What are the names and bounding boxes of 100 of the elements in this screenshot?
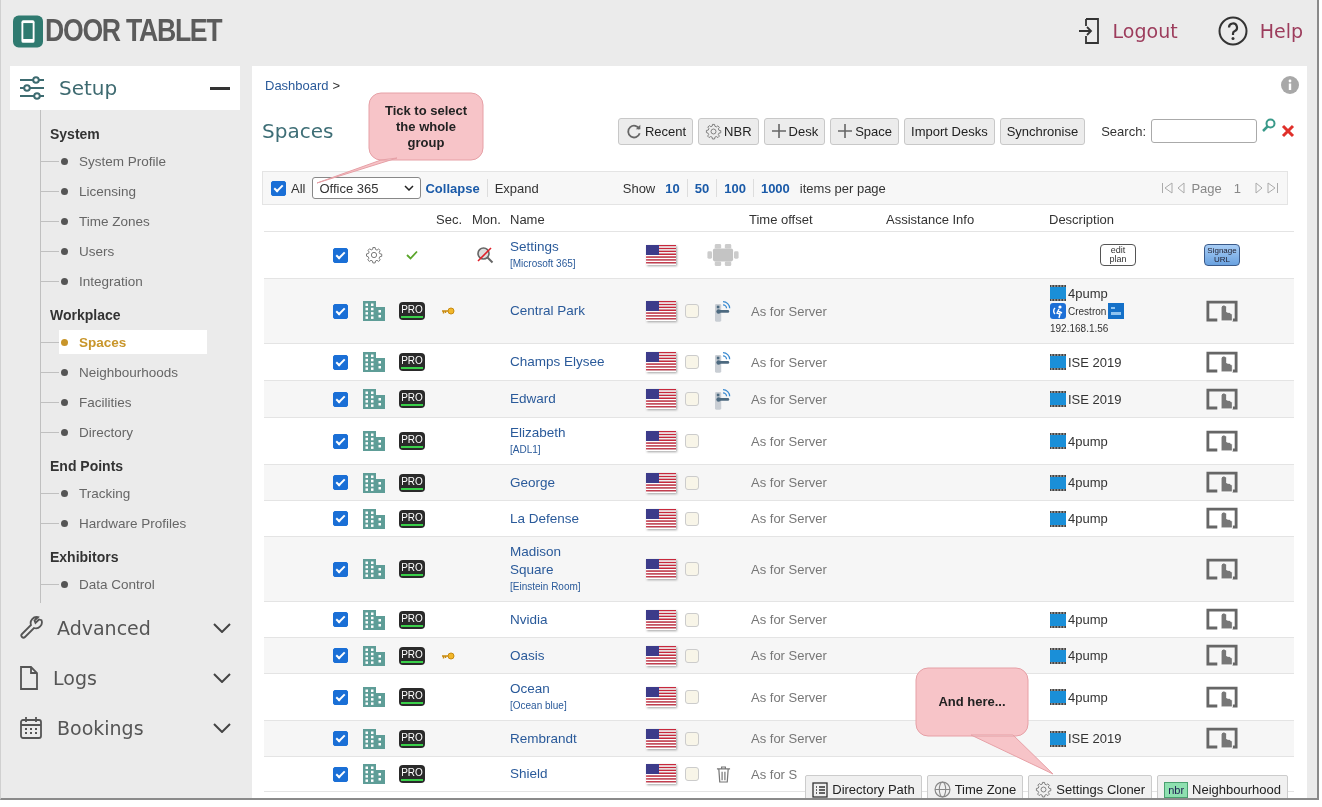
search-icon[interactable] bbox=[1262, 118, 1276, 132]
checkbox[interactable] bbox=[332, 561, 348, 577]
description-text: 4pump bbox=[1068, 648, 1108, 663]
table-icon bbox=[707, 244, 739, 266]
space-name-link[interactable]: Rembrandt bbox=[510, 729, 605, 748]
space-name-link[interactable]: Shield bbox=[510, 765, 605, 783]
file-icon bbox=[19, 666, 39, 690]
space-name-link[interactable]: Edward bbox=[510, 390, 605, 408]
page-size-link[interactable]: 1000 bbox=[760, 180, 790, 196]
page-size-link[interactable]: 10 bbox=[665, 180, 680, 196]
toolbar-button[interactable]: Synchronise bbox=[999, 117, 1086, 145]
toolbar-button[interactable]: Recent bbox=[617, 117, 694, 145]
building-icon bbox=[363, 728, 385, 749]
touch-screen-icon[interactable] bbox=[1206, 644, 1238, 667]
menu-section[interactable]: Logs bbox=[10, 653, 240, 703]
page-size-link[interactable]: 100 bbox=[724, 180, 746, 196]
space-name-link[interactable]: La Defense bbox=[510, 509, 605, 528]
column-header: Mon. bbox=[471, 211, 502, 227]
checkbox[interactable] bbox=[332, 475, 348, 490]
menu-item[interactable]: Facilities bbox=[59, 390, 207, 414]
trash-icon[interactable] bbox=[715, 765, 731, 783]
menu-item[interactable]: Licensing bbox=[59, 179, 207, 203]
checkbox[interactable] bbox=[332, 689, 348, 705]
menu-section[interactable]: Bookings bbox=[10, 703, 240, 753]
checkbox[interactable] bbox=[332, 511, 348, 526]
menu-item[interactable]: Tracking bbox=[59, 481, 207, 505]
touch-screen-icon[interactable] bbox=[1206, 471, 1238, 494]
time-offset-text: As for Server bbox=[750, 648, 828, 663]
toolbar-button[interactable]: Desk bbox=[763, 117, 826, 145]
menu-item[interactable]: Hardware Profiles bbox=[59, 511, 207, 535]
space-name-link[interactable]: Ocean bbox=[510, 680, 605, 698]
time-offset-text: As for Server bbox=[750, 561, 828, 577]
menu-item[interactable]: Users bbox=[59, 239, 207, 263]
checkbox[interactable] bbox=[332, 303, 348, 319]
touch-screen-icon[interactable] bbox=[1206, 608, 1238, 631]
checkbox[interactable] bbox=[332, 612, 348, 627]
pro-badge: PRO bbox=[399, 302, 425, 320]
space-name-link[interactable]: Central Park bbox=[510, 302, 605, 320]
film-icon bbox=[1050, 285, 1066, 301]
action-button[interactable]: nbr Neighbourhood bbox=[1157, 775, 1288, 798]
collapse-link[interactable]: Collapse bbox=[425, 180, 480, 196]
action-button[interactable]: Directory Path bbox=[805, 775, 922, 798]
touch-screen-icon[interactable] bbox=[1206, 387, 1238, 411]
clear-icon[interactable] bbox=[1281, 124, 1295, 138]
menu-item[interactable]: Neighbourhoods bbox=[59, 360, 207, 384]
building-icon bbox=[363, 609, 385, 630]
ip-address-text: 192.168.1.56 bbox=[1050, 322, 1110, 336]
checkbox[interactable] bbox=[332, 731, 348, 746]
checkbox[interactable] bbox=[332, 391, 348, 407]
breadcrumb-link[interactable]: Dashboard bbox=[265, 77, 329, 93]
menu-item[interactable]: System Profile bbox=[59, 149, 207, 173]
help-link[interactable]: Help bbox=[1217, 16, 1303, 46]
expand-link[interactable]: Expand bbox=[494, 180, 539, 196]
menu-section[interactable]: Advanced bbox=[10, 603, 240, 653]
building-icon bbox=[363, 352, 385, 372]
touch-screen-icon[interactable] bbox=[1206, 685, 1238, 709]
touch-screen-icon[interactable] bbox=[1206, 557, 1238, 581]
touch-screen-icon[interactable] bbox=[1206, 727, 1238, 750]
touch-screen-icon[interactable] bbox=[1206, 507, 1238, 530]
time-offset-text: As for Server bbox=[750, 511, 828, 526]
logout-link[interactable]: Logout bbox=[1076, 17, 1178, 45]
menu-item[interactable]: Time Zones bbox=[59, 209, 207, 233]
menu-item[interactable]: Directory bbox=[59, 420, 207, 444]
menu-item[interactable]: Data Control bbox=[59, 572, 207, 596]
checkbox[interactable] bbox=[332, 648, 348, 663]
touch-screen-icon[interactable] bbox=[1206, 429, 1238, 453]
group-dropdown[interactable]: Office 365 bbox=[312, 177, 422, 199]
menu-heading: Exhibitors bbox=[49, 548, 120, 567]
search-field[interactable] bbox=[1151, 119, 1257, 143]
page-label: Page bbox=[1191, 180, 1222, 196]
flag-icon bbox=[646, 728, 676, 749]
checkbox[interactable] bbox=[332, 766, 348, 782]
description-text: 4pump bbox=[1068, 689, 1108, 705]
action-button[interactable]: Time Zone bbox=[926, 775, 1024, 798]
space-name-link[interactable]: Madison Square bbox=[510, 543, 605, 579]
checkbox[interactable] bbox=[332, 354, 348, 370]
space-name-link[interactable]: Nvidia bbox=[510, 610, 605, 629]
crestron-icon bbox=[1050, 303, 1066, 319]
page-size-link[interactable]: 50 bbox=[694, 180, 710, 196]
space-name-link[interactable]: Champs Elysee bbox=[510, 353, 605, 371]
touch-screen-icon[interactable] bbox=[1206, 299, 1238, 323]
toolbar-button[interactable]: NBR bbox=[698, 117, 759, 145]
callout-text: And here... bbox=[937, 693, 1007, 711]
signage-url-button[interactable]: Signage URL bbox=[1204, 244, 1240, 266]
setup-panel-header[interactable]: Setup bbox=[10, 66, 240, 110]
checkbox[interactable] bbox=[271, 180, 286, 196]
logo[interactable]: DOOR TABLET bbox=[13, 13, 251, 49]
space-name-link[interactable]: Oasis bbox=[510, 646, 605, 665]
toolbar-button[interactable]: Import Desks bbox=[904, 117, 995, 145]
action-button[interactable]: Settings Cloner bbox=[1028, 775, 1153, 798]
space-name-link[interactable]: Elizabeth bbox=[510, 424, 605, 442]
edit-plan-button[interactable]: edit plan bbox=[1100, 244, 1136, 266]
list-icon bbox=[812, 781, 829, 798]
space-name-link[interactable]: George bbox=[510, 473, 605, 492]
toolbar-button[interactable]: Space bbox=[830, 117, 900, 145]
checkbox[interactable] bbox=[332, 247, 348, 263]
checkbox[interactable] bbox=[332, 433, 348, 449]
menu-item[interactable]: Integration bbox=[59, 269, 207, 293]
space-name-link[interactable]: Settings bbox=[510, 238, 605, 256]
touch-screen-icon[interactable] bbox=[1206, 350, 1238, 374]
